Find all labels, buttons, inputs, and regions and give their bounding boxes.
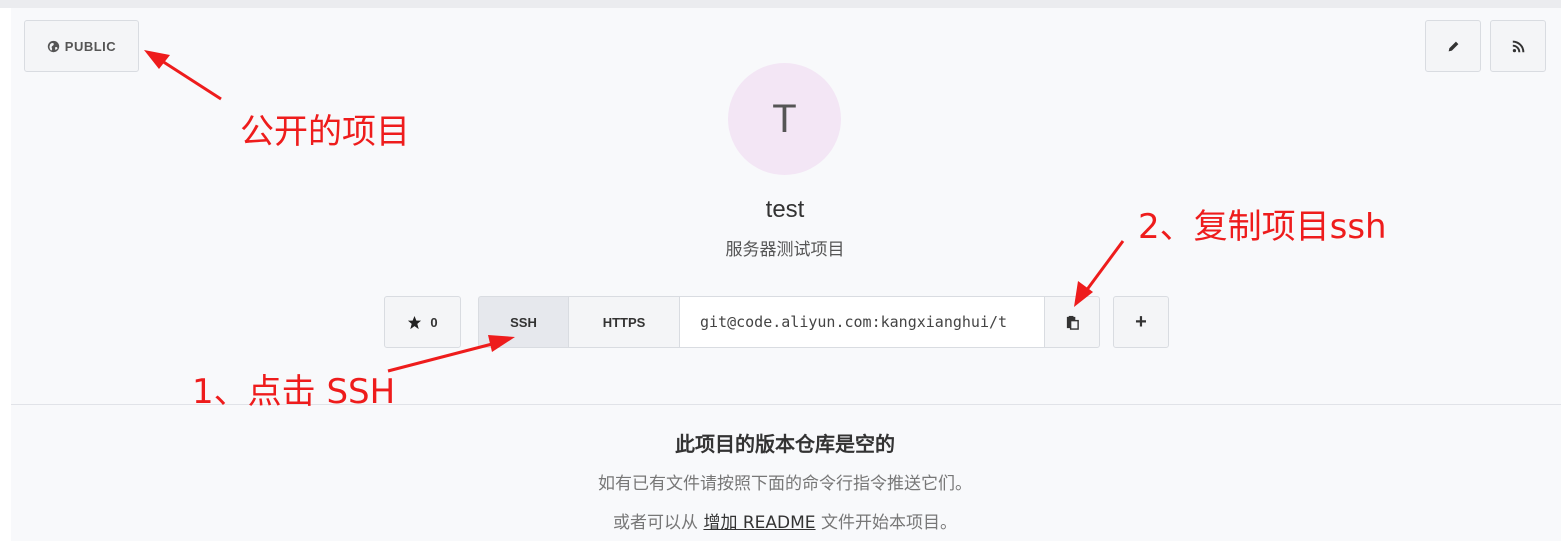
star-button[interactable]: 0 bbox=[384, 296, 461, 348]
add-readme-link[interactable]: 增加 README bbox=[703, 513, 815, 533]
empty-repo-instructions: 如有已有文件请按照下面的命令行指令推送它们。 bbox=[598, 474, 972, 494]
annotation-copy-ssh: 2、复制项目ssh bbox=[1138, 207, 1387, 247]
rss-icon bbox=[1512, 40, 1524, 52]
project-avatar: T bbox=[728, 63, 841, 175]
clone-url-input[interactable]: git@code.aliyun.com:kangxianghui/t bbox=[679, 296, 1044, 348]
top-strip bbox=[0, 0, 1561, 8]
visibility-badge-button[interactable]: PUBLIC bbox=[24, 20, 139, 72]
empty-repo-title: 此项目的版本仓库是空的 bbox=[675, 432, 895, 456]
https-toggle-button[interactable]: HTTPS bbox=[568, 296, 679, 348]
annotation-public: 公开的项目 bbox=[240, 112, 410, 152]
edit-project-button[interactable] bbox=[1425, 20, 1481, 72]
clone-url-group: SSH HTTPS git@code.aliyun.com:kangxiangh… bbox=[478, 296, 1100, 348]
visibility-label: PUBLIC bbox=[64, 38, 117, 54]
rss-feed-button[interactable] bbox=[1490, 20, 1546, 72]
copy-url-button[interactable] bbox=[1044, 296, 1100, 348]
readme-hint-prefix: 或者可以从 bbox=[613, 513, 704, 533]
clipboard-icon bbox=[1066, 315, 1079, 330]
project-description: 服务器测试项目 bbox=[725, 240, 845, 260]
empty-repo-readme-hint: 或者可以从 增加 README 文件开始本项目。 bbox=[480, 508, 1090, 533]
readme-hint-suffix: 文件开始本项目。 bbox=[815, 513, 957, 533]
pencil-icon bbox=[1448, 41, 1458, 51]
add-menu-button[interactable]: + bbox=[1113, 296, 1169, 348]
star-count: 0 bbox=[430, 314, 438, 330]
project-title: test bbox=[765, 196, 805, 223]
annotation-click-ssh: 1、点击 SSH bbox=[192, 372, 396, 412]
ssh-toggle-button[interactable]: SSH bbox=[478, 296, 568, 348]
star-icon bbox=[408, 315, 422, 329]
globe-icon bbox=[47, 40, 59, 52]
